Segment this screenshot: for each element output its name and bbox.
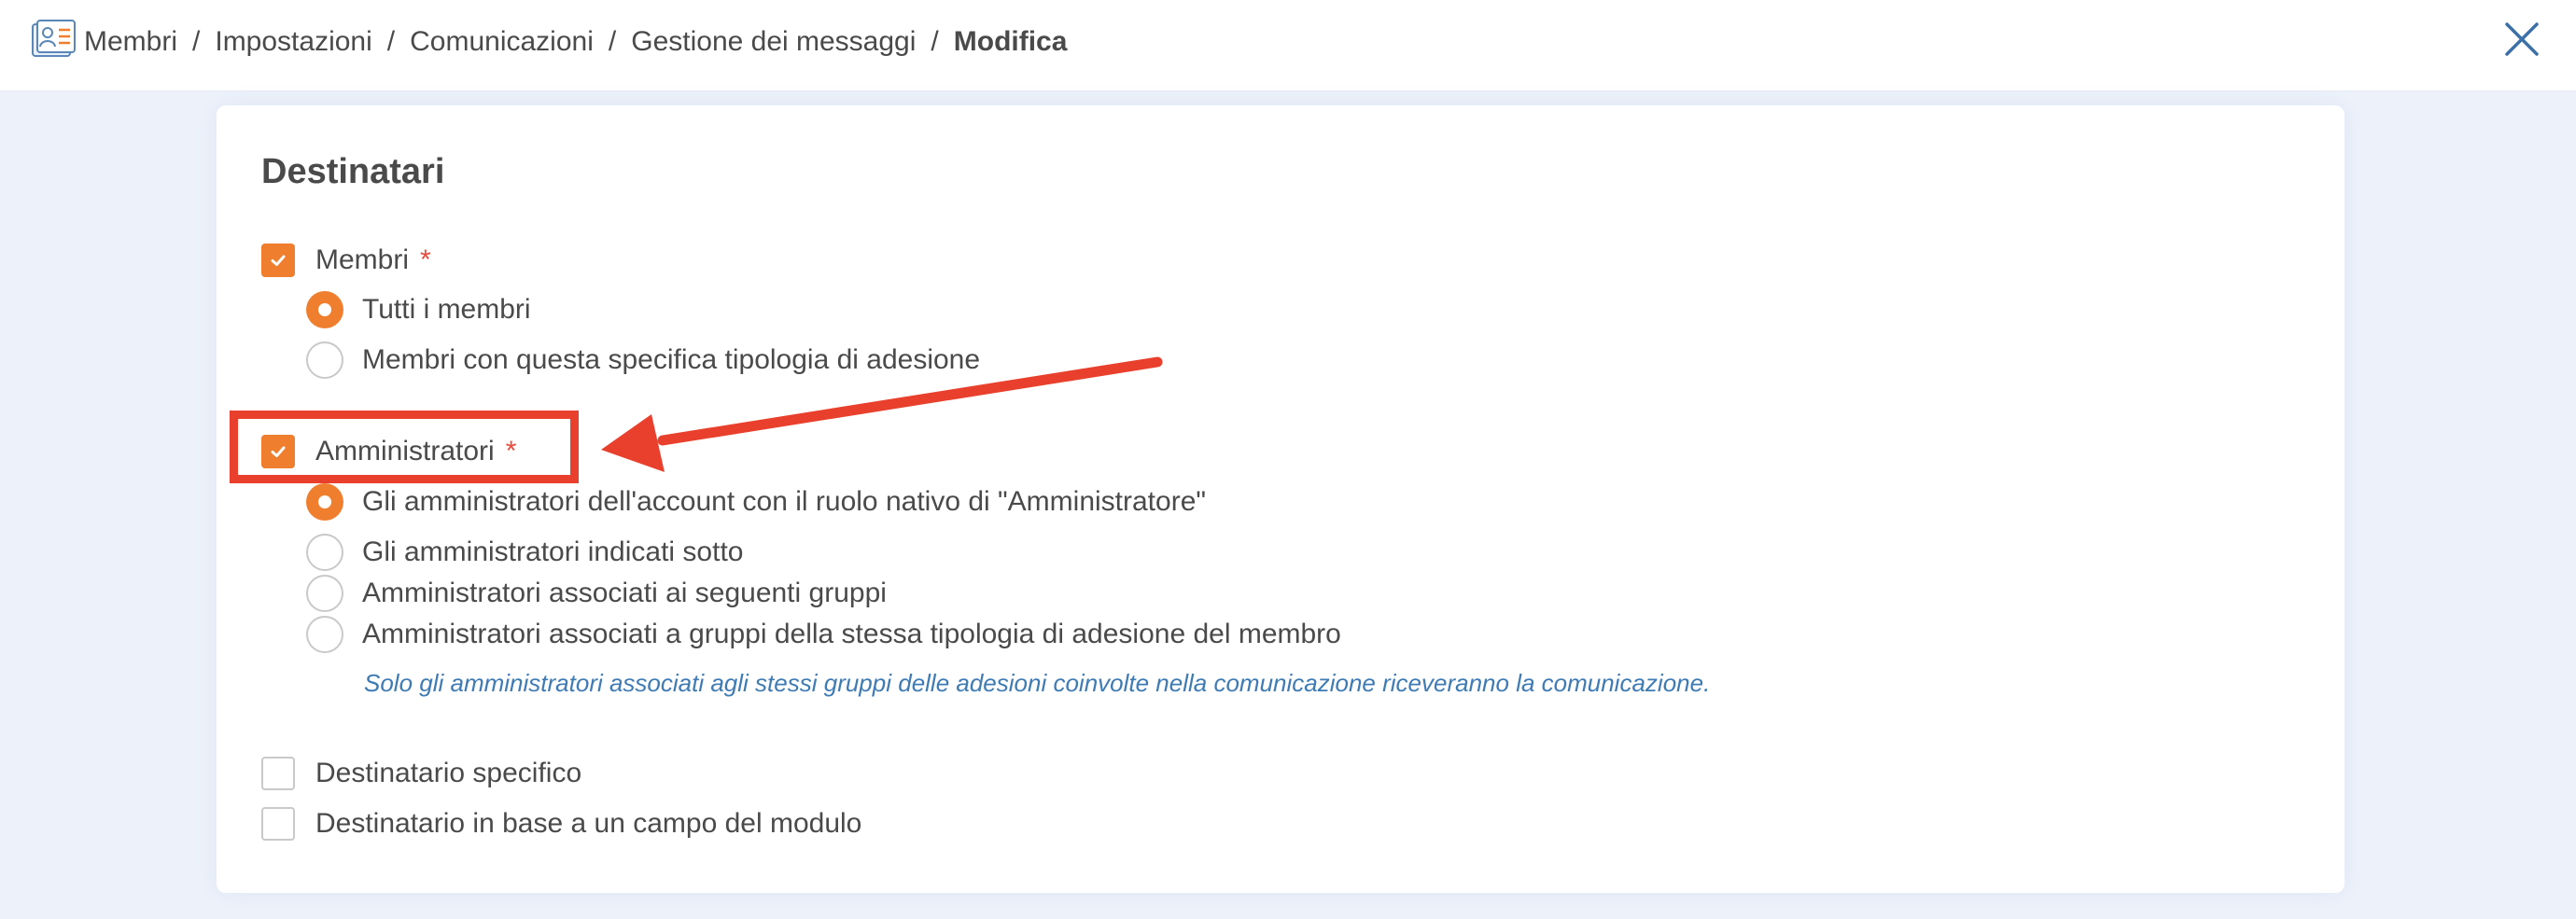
specific-recipient-label: Destinatario specifico [315, 758, 582, 788]
radio-button[interactable] [306, 616, 343, 653]
radio-admins-groups[interactable]: Amministratori associati ai seguenti gru… [306, 574, 887, 613]
specific-recipient-row[interactable]: Destinatario specifico [261, 754, 581, 793]
radio-button[interactable] [306, 341, 343, 379]
radio-label: Tutti i membri [362, 294, 531, 325]
radio-label: Membri con questa specifica tipologia di… [362, 344, 981, 375]
admins-hint-text: Solo gli amministratori associati agli s… [364, 669, 1711, 697]
radio-admins-same-type-groups[interactable]: Amministratori associati a gruppi della … [306, 615, 1341, 654]
members-label: Membri [315, 244, 410, 275]
member-card-icon [32, 20, 76, 57]
admins-checkbox-row[interactable]: Amministratori * [261, 432, 516, 471]
admins-label: Amministratori [315, 436, 495, 466]
breadcrumb-separator: / [931, 26, 939, 57]
radio-label: Amministratori associati ai seguenti gru… [362, 578, 887, 608]
radio-label: Gli amministratori dell'account con il r… [362, 486, 1207, 517]
recipients-card: Destinatari Membri * Tutti i membri Memb… [217, 105, 2345, 893]
breadcrumb-item-impostazioni[interactable]: Impostazioni [215, 26, 371, 58]
radio-members-specific-type[interactable]: Membri con questa specifica tipologia di… [306, 341, 980, 380]
members-checkbox-row[interactable]: Membri * [261, 241, 431, 280]
breadcrumb-item-gestione-messaggi[interactable]: Gestione dei messaggi [631, 26, 916, 58]
breadcrumb-current: Modifica [953, 26, 1068, 57]
form-field-recipient-label: Destinatario in base a un campo del modu… [315, 808, 862, 839]
radio-button[interactable] [306, 483, 343, 521]
top-bar: Membri / Impostazioni / Comunicazioni / … [0, 0, 2576, 91]
breadcrumb-separator: / [608, 26, 617, 57]
form-field-recipient-checkbox[interactable] [261, 807, 295, 841]
checkmark-icon [271, 446, 286, 457]
breadcrumb: Membri / Impostazioni / Comunicazioni / … [84, 0, 1067, 84]
required-marker: * [420, 244, 431, 275]
radio-label: Amministratori associati a gruppi della … [362, 619, 1341, 649]
checkmark-icon [271, 255, 286, 266]
breadcrumb-item-comunicazioni[interactable]: Comunicazioni [410, 26, 594, 58]
section-title: Destinatari [261, 152, 445, 191]
breadcrumb-separator: / [192, 26, 201, 57]
radio-native-admins[interactable]: Gli amministratori dell'account con il r… [306, 482, 1206, 522]
required-marker: * [505, 436, 517, 466]
breadcrumb-separator: / [386, 26, 396, 57]
radio-button[interactable] [306, 575, 343, 612]
radio-label: Gli amministratori indicati sotto [362, 536, 744, 567]
radio-all-members[interactable]: Tutti i membri [306, 290, 531, 329]
radio-button[interactable] [306, 534, 343, 571]
radio-admins-listed-below[interactable]: Gli amministratori indicati sotto [306, 533, 743, 572]
admins-checkbox[interactable] [261, 435, 295, 468]
close-icon[interactable] [2501, 19, 2542, 60]
form-field-recipient-row[interactable]: Destinatario in base a un campo del modu… [261, 804, 861, 843]
members-checkbox[interactable] [261, 244, 295, 277]
radio-button[interactable] [306, 291, 343, 328]
breadcrumb-item-membri[interactable]: Membri [84, 26, 177, 58]
specific-recipient-checkbox[interactable] [261, 757, 295, 790]
